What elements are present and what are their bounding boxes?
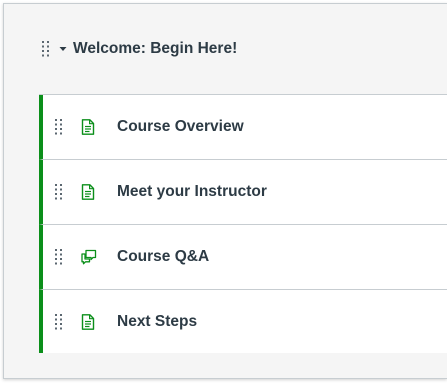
module-item-title[interactable]: Course Q&A	[117, 248, 209, 266]
module-item-title[interactable]: Next Steps	[117, 313, 197, 331]
module-item[interactable]: Meet your Instructor	[39, 160, 447, 225]
page-icon	[81, 184, 95, 200]
module-item-title[interactable]: Meet your Instructor	[117, 183, 267, 201]
module-item[interactable]: Course Q&A	[39, 225, 447, 290]
drag-handle-icon[interactable]	[55, 119, 63, 135]
module-items-list: Course Overview Meet your Instructor Cou…	[39, 94, 447, 353]
module-header[interactable]: Welcome: Begin Here!	[4, 4, 447, 94]
module-item-title[interactable]: Course Overview	[117, 118, 244, 136]
drag-handle-icon[interactable]	[55, 313, 63, 330]
collapse-caret-icon[interactable]	[59, 46, 67, 52]
drag-handle-icon[interactable]	[42, 41, 50, 57]
page-icon	[81, 119, 95, 135]
module-item[interactable]: Next Steps	[39, 290, 447, 353]
module-title[interactable]: Welcome: Begin Here!	[73, 40, 237, 58]
module-item[interactable]: Course Overview	[39, 95, 447, 160]
drag-handle-icon[interactable]	[55, 249, 63, 265]
drag-handle-icon[interactable]	[55, 184, 63, 200]
page-icon	[81, 313, 95, 330]
module-container: Welcome: Begin Here! Course Overview Mee…	[3, 3, 447, 379]
discussion-icon	[81, 249, 97, 265]
